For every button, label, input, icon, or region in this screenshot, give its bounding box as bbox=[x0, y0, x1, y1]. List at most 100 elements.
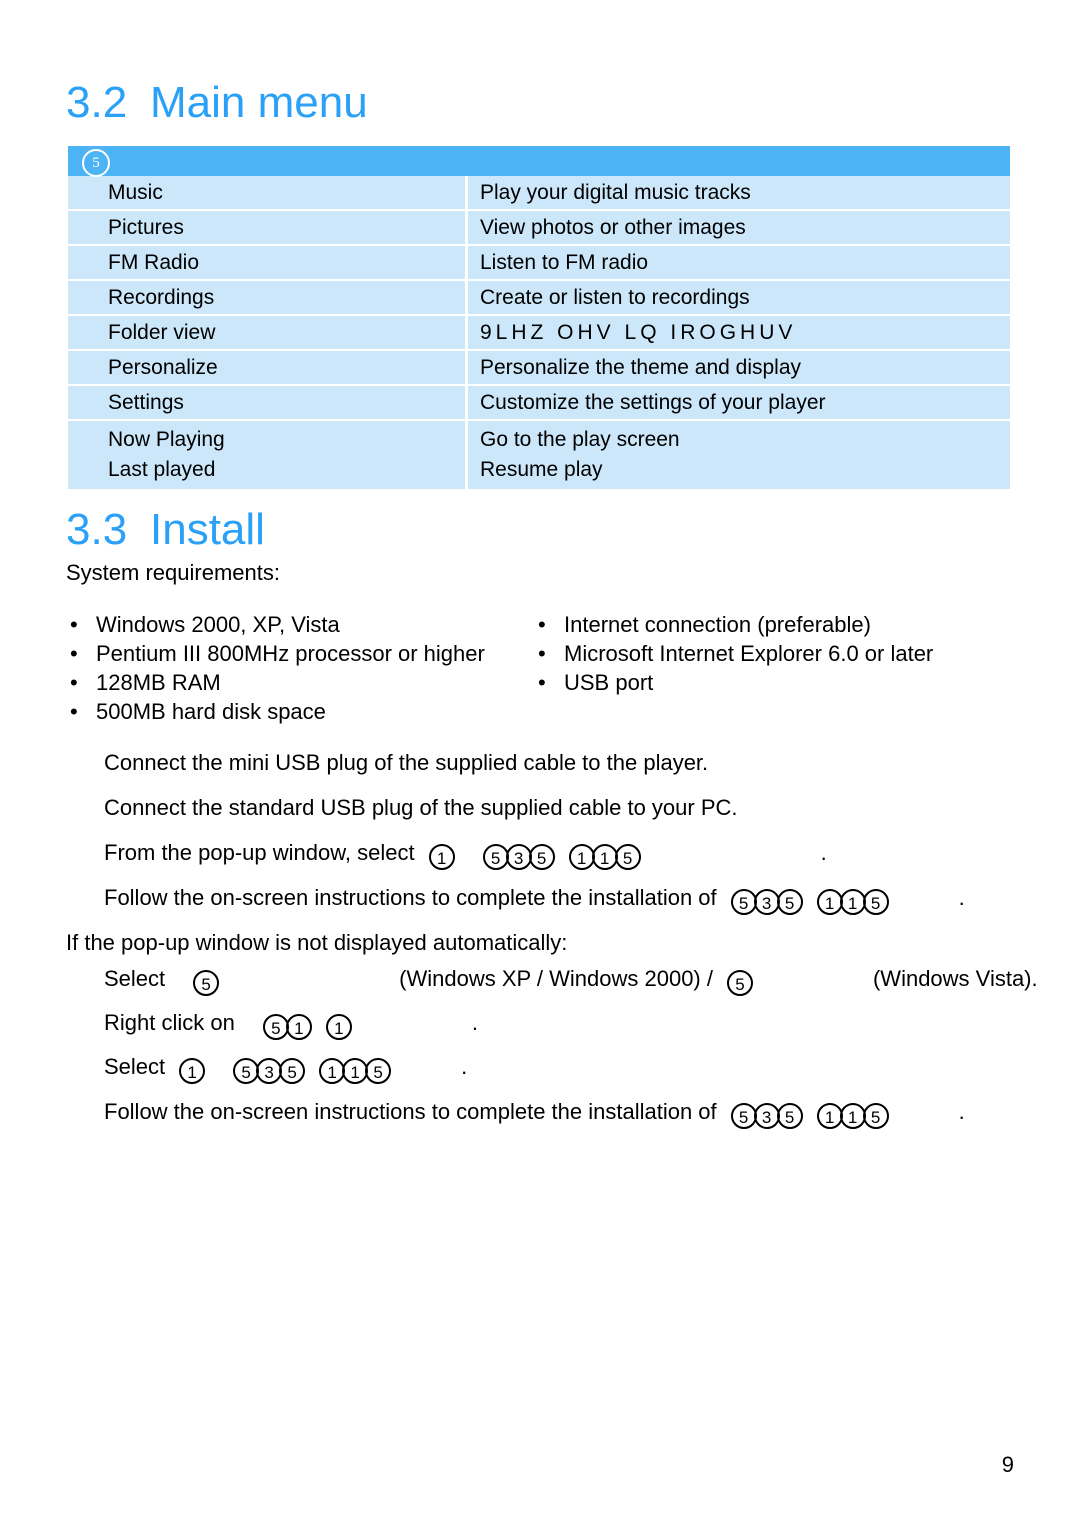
table-row: Music Play your digital music tracks bbox=[68, 176, 1010, 211]
bullet-icon: • bbox=[70, 699, 78, 724]
bullet-icon: • bbox=[70, 612, 78, 637]
menu-item-description: View photos or other images bbox=[466, 210, 1010, 246]
section-number: 3.2 bbox=[66, 78, 128, 127]
table-row: FM Radio Listen to FM radio bbox=[68, 245, 1010, 281]
list-item-label: USB port bbox=[564, 670, 654, 695]
list-item-label: Internet connection (preferable) bbox=[564, 612, 871, 637]
list-item-label: 500MB hard disk space bbox=[96, 699, 326, 724]
table-row: Now Playing Last played Go to the play s… bbox=[68, 420, 1010, 489]
circled-digit-icon: 1 bbox=[839, 1103, 866, 1129]
step-text: (Windows XP / Windows 2000) / bbox=[399, 966, 713, 991]
menu-item-description: Listen to FM radio bbox=[466, 245, 1010, 281]
menu-item-label: Pictures bbox=[68, 210, 468, 246]
circled-digit-icon: 5 bbox=[730, 1103, 757, 1129]
circled-digit-icon: 1 bbox=[568, 844, 595, 870]
menu-item-description-group: Go to the play screen Resume play bbox=[466, 420, 1010, 489]
menu-item-description: Customize the settings of your player bbox=[466, 385, 1010, 421]
requirements-list-right: • Internet connection (preferable) • Micro… bbox=[534, 610, 933, 697]
table-row: Personalize Personalize the theme and di… bbox=[68, 350, 1010, 386]
install-note-not-displayed: If the pop-up window is not displayed au… bbox=[66, 930, 568, 955]
circled-digit-icon: 1 bbox=[816, 1103, 843, 1129]
table-header-cell: 5 bbox=[68, 146, 1010, 177]
circled-digit-icon: 5 bbox=[614, 844, 641, 870]
menu-item-description: Play your digital music tracks bbox=[466, 176, 1010, 211]
menu-item-label: Recordings bbox=[68, 280, 468, 316]
step-text: Select bbox=[104, 1054, 166, 1079]
menu-item-label: Folder view bbox=[68, 315, 468, 351]
circled-digit-icon: 5 bbox=[365, 1058, 392, 1084]
bullet-icon: • bbox=[70, 670, 78, 695]
circled-digit-icon: 3 bbox=[505, 844, 532, 870]
table-row: Folder view 9LHZ OHV LQ IROGHUV bbox=[68, 315, 1010, 351]
bullet-icon: • bbox=[70, 641, 78, 666]
table-header-row: 5 bbox=[68, 146, 1010, 177]
install-step-follow-1: Follow the on-screen instructions to com… bbox=[104, 884, 965, 915]
circled-digit-icon: 1 bbox=[839, 889, 866, 915]
menu-item-label-group: Now Playing Last played bbox=[68, 420, 468, 489]
table-row: Pictures View photos or other images bbox=[68, 210, 1010, 246]
install-step-connect-mini: Connect the mini USB plug of the supplie… bbox=[104, 750, 709, 775]
circled-digit-icon: 5 bbox=[730, 889, 757, 915]
table-row: Settings Customize the settings of your … bbox=[68, 385, 1010, 421]
step-text: (Windows Vista). bbox=[872, 966, 1038, 991]
main-menu-table: 5 Music Play your digital music tracks P… bbox=[68, 146, 1010, 489]
menu-item-label: Personalize bbox=[68, 350, 468, 386]
table-row: Recordings Create or listen to recording… bbox=[68, 280, 1010, 316]
list-item: • 500MB hard disk space bbox=[66, 697, 485, 726]
install-step-select-autoplay: Select 1 5 3 5 1 1 5. bbox=[104, 1053, 467, 1084]
list-item-label: Windows 2000, XP, Vista bbox=[96, 612, 340, 637]
circled-digit-icon: 1 bbox=[816, 889, 843, 915]
menu-item-label: Last played bbox=[108, 458, 216, 481]
menu-item-description: Personalize the theme and display bbox=[466, 350, 1010, 386]
code-group-b: 535 bbox=[482, 839, 555, 870]
step-period: . bbox=[461, 1054, 468, 1079]
install-step-select-os: Select 5 (Windows XP / Windows 2000) / 5 (Wi… bbox=[104, 965, 1038, 996]
main-menu-table-body: 5 Music Play your digital music tracks P… bbox=[68, 146, 1010, 489]
menu-item-description: Create or listen to recordings bbox=[466, 280, 1010, 316]
document-page: 3.2 Main menu 5 Music Play your digital m… bbox=[0, 0, 1080, 1532]
list-item-label: Microsoft Internet Explorer 6.0 or later bbox=[564, 641, 934, 666]
circled-digit-icon: 1 bbox=[325, 1014, 352, 1040]
step-period: . bbox=[958, 885, 965, 910]
circled-digit-icon: 1 bbox=[179, 1058, 206, 1084]
code-group-c: 115 bbox=[319, 1053, 392, 1084]
step-text: From the pop-up window, select bbox=[104, 840, 415, 865]
install-step-follow-2: Follow the on-screen instructions to com… bbox=[104, 1098, 965, 1129]
step-period: . bbox=[958, 1099, 965, 1124]
menu-item-label: FM Radio bbox=[68, 245, 468, 281]
circled-digit-icon: 5 bbox=[862, 1103, 889, 1129]
list-item: • 128MB RAM bbox=[66, 668, 485, 697]
install-step-right-click: Right click on 5 1 1. bbox=[104, 1009, 478, 1040]
list-item: • Internet connection (preferable) bbox=[534, 610, 933, 639]
code-group-a: 535 bbox=[730, 1098, 803, 1129]
bullet-icon: • bbox=[538, 612, 546, 637]
circled-digit-icon: 5 bbox=[482, 844, 509, 870]
code-group-b: 1 bbox=[325, 1009, 352, 1040]
code-group-a: 51 bbox=[262, 1009, 312, 1040]
list-item-label: Pentium III 800MHz processor or higher bbox=[96, 641, 485, 666]
circled-digit-icon: 5 bbox=[776, 889, 803, 915]
section-heading-install: 3.3 Install bbox=[66, 505, 265, 555]
page-number: 9 bbox=[1001, 1452, 1014, 1477]
code-group-a: 535 bbox=[730, 884, 803, 915]
circled-digit-icon: 5 bbox=[528, 844, 555, 870]
step-text: Follow the on-screen instructions to com… bbox=[104, 885, 717, 910]
menu-item-label: Settings bbox=[68, 385, 468, 421]
circled-digit-icon: 5 bbox=[862, 889, 889, 915]
install-step-connect-standard: Connect the standard USB plug of the sup… bbox=[104, 795, 738, 820]
menu-item-description: 9LHZ OHV LQ IROGHUV bbox=[466, 315, 1010, 351]
bullet-icon: • bbox=[538, 641, 546, 666]
circled-digit-icon: 1 bbox=[591, 844, 618, 870]
install-step-popup-select: From the pop-up window, select 1 5 3 5 1 1 5. bbox=[104, 839, 827, 870]
circled-digit-icon: 5 bbox=[279, 1058, 306, 1084]
list-item-label: 128MB RAM bbox=[96, 670, 221, 695]
circled-digit-icon: 1 bbox=[428, 844, 455, 870]
section-title: Main menu bbox=[150, 78, 368, 127]
code-group-a: 1 bbox=[179, 1053, 206, 1084]
list-item: • USB port bbox=[534, 668, 933, 697]
menu-item-label: Now Playing bbox=[108, 428, 225, 451]
circled-digit-icon: 3 bbox=[753, 889, 780, 915]
list-item: • Windows 2000, XP, Vista bbox=[66, 610, 485, 639]
circled-digit-icon: 1 bbox=[285, 1014, 312, 1040]
callout-badge-5: 5 bbox=[82, 149, 110, 177]
